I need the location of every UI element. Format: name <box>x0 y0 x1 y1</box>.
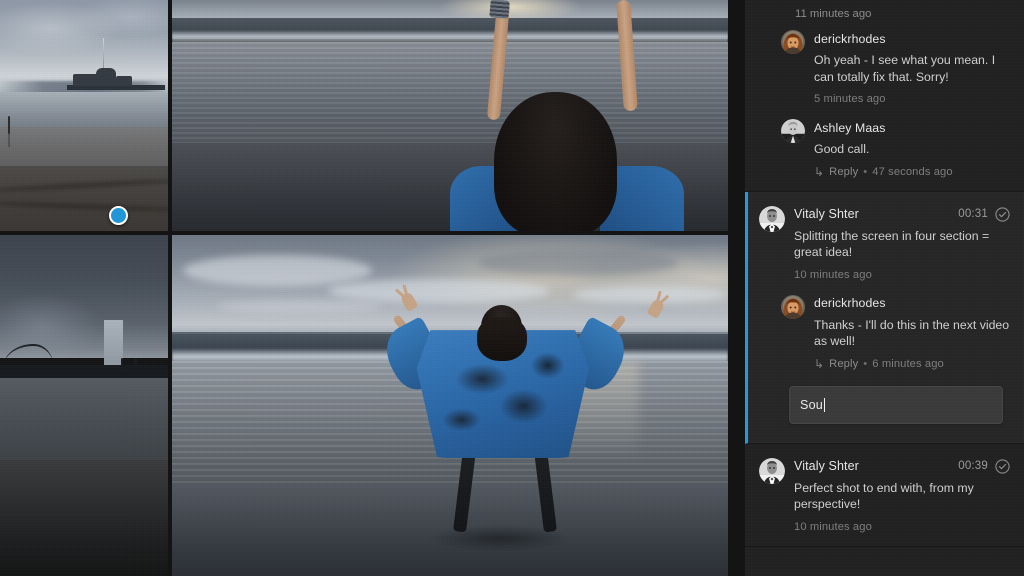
check-circle-icon[interactable] <box>995 206 1010 222</box>
comment-reply[interactable]: Ashley Maas Good call. ↳ Reply • 47 seco… <box>781 119 1010 178</box>
reply-input[interactable]: Sou <box>789 385 1003 424</box>
comment-meta: ↳ Reply • 6 minutes ago <box>814 358 1010 370</box>
comment-thread[interactable]: 11 minutes ago derickrhodes Oh yeah - I … <box>745 0 1024 192</box>
comment-meta: ↳ Reply • 47 seconds ago <box>814 166 1010 178</box>
app-root: 11 minutes ago derickrhodes Oh yeah - I … <box>0 0 1024 576</box>
comment-meta: 10 minutes ago <box>794 269 1010 281</box>
reply-arrow-icon: ↳ <box>814 356 825 371</box>
comment-meta: 10 minutes ago <box>794 521 1010 533</box>
text-caret <box>824 397 826 412</box>
video-quadrant-bottom-left[interactable] <box>0 235 168 576</box>
comment-author: derickrhodes <box>814 296 886 310</box>
comment-root[interactable]: Vitaly Shter 00:39 Perfect shot to end w… <box>759 457 1010 533</box>
scene-peace-sign-sunset <box>172 235 728 576</box>
reply-button[interactable]: Reply <box>829 166 858 178</box>
video-quadrant-bottom-right[interactable] <box>172 235 728 576</box>
avatar-ashley-maas[interactable] <box>781 119 805 143</box>
reply-arrow-icon: ↳ <box>814 164 825 179</box>
avatar-vitaly-shter[interactable] <box>759 457 785 484</box>
comment-root[interactable]: Vitaly Shter 00:31 Splitting the screen … <box>759 205 1010 281</box>
check-circle-icon[interactable] <box>995 458 1010 474</box>
scene-beach-skyline-dusk <box>0 235 168 576</box>
pier-silhouette <box>67 37 165 95</box>
comment-timecode[interactable]: 00:31 <box>958 208 988 220</box>
comment-author: Vitaly Shter <box>794 459 859 473</box>
comment-timestamp: 11 minutes ago <box>795 8 872 20</box>
reply-button[interactable]: Reply <box>829 358 858 370</box>
scene-arms-raised-closeup <box>172 0 728 231</box>
comment-author: Ashley Maas <box>814 120 886 135</box>
comment-reply[interactable]: derickrhodes Thanks - I'll do this in th… <box>781 294 1010 370</box>
avatar-vitaly-shter[interactable] <box>759 205 785 232</box>
reply-input-value: Sou <box>800 397 824 412</box>
comment-meta: 5 minutes ago <box>814 93 1010 105</box>
meta-separator: • <box>863 357 868 370</box>
video-quadrant-top-left[interactable] <box>0 0 168 231</box>
avatar-derickrhodes[interactable] <box>781 294 805 319</box>
comment-timestamp: 47 seconds ago <box>872 165 953 178</box>
comment-reply[interactable]: derickrhodes Oh yeah - I see what you me… <box>781 30 1010 105</box>
video-player-area[interactable] <box>0 0 745 576</box>
meta-separator: • <box>863 165 868 178</box>
comment-timestamp: 5 minutes ago <box>814 93 886 105</box>
comment-timecode[interactable]: 00:39 <box>958 460 988 472</box>
comment-author: derickrhodes <box>814 31 886 46</box>
comment-text: Perfect shot to end with, from my perspe… <box>794 480 974 512</box>
bracelet <box>489 0 510 20</box>
comment-text: Good call. <box>814 142 870 156</box>
comment-thread[interactable]: Vitaly Shter 00:39 Perfect shot to end w… <box>745 444 1024 547</box>
comment-author: Vitaly Shter <box>794 207 859 221</box>
comment-text: Splitting the screen in four section = g… <box>794 228 990 260</box>
avatar-derickrhodes[interactable] <box>781 30 805 54</box>
comment-timestamp: 10 minutes ago <box>794 268 872 281</box>
comment-timestamp: 10 minutes ago <box>794 520 872 533</box>
comment-sidebar[interactable]: 11 minutes ago derickrhodes Oh yeah - I … <box>745 0 1024 576</box>
comment-text: Oh yeah - I see what you mean. I can tot… <box>814 53 996 84</box>
video-quadrant-top-right[interactable] <box>172 0 728 231</box>
comment-thread-active[interactable]: Vitaly Shter 00:31 Splitting the screen … <box>745 191 1024 444</box>
comment-timestamp: 6 minutes ago <box>872 357 944 370</box>
comment-text: Thanks - I'll do this in the next video … <box>814 317 1010 349</box>
scene-pier-dusk <box>0 0 168 231</box>
